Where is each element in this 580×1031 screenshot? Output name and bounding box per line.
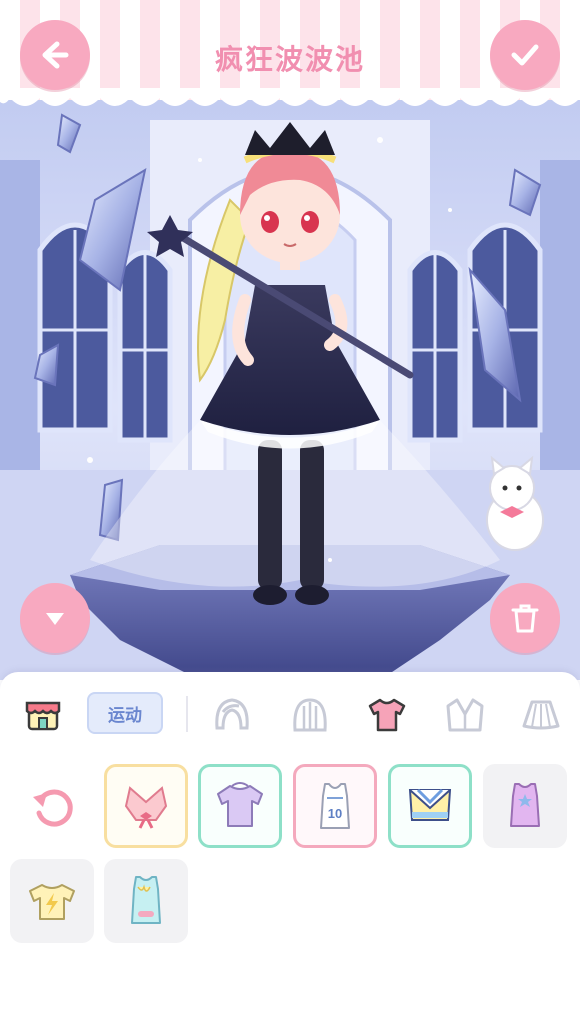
jersey-number: 10 [328, 806, 342, 821]
tab-skirt[interactable] [516, 692, 566, 738]
confirm-button[interactable] [490, 20, 560, 90]
item-cheer-top[interactable] [388, 764, 472, 848]
item-mint-drip-tank[interactable] [104, 859, 188, 943]
reset-icon [33, 789, 73, 827]
lavender-tshirt-thumb [217, 782, 263, 827]
category-divider [186, 696, 188, 732]
scallop-edge [0, 88, 580, 106]
shop-button[interactable] [18, 692, 68, 738]
item-yellow-lightning-tee[interactable] [10, 859, 94, 943]
wardrobe-panel: 运动 10 [0, 672, 580, 1031]
jersey-thumb: 10 [320, 783, 350, 829]
star-tank-thumb [510, 783, 540, 827]
bow-top-thumb [124, 786, 168, 829]
item-pink-bow-top[interactable] [104, 764, 188, 848]
tab-hair-front[interactable] [207, 692, 257, 738]
drip-tank-thumb [131, 876, 161, 924]
kitten [486, 455, 544, 551]
shop-icon [25, 701, 61, 731]
category-bar: 运动 [0, 692, 580, 742]
hair-front-icon [215, 698, 249, 730]
delete-button[interactable] [490, 583, 560, 653]
reset-button[interactable] [28, 782, 78, 832]
lightning-tee-thumb [29, 884, 75, 920]
skirt-icon [522, 700, 560, 730]
tab-hair-back[interactable] [285, 692, 335, 738]
collapse-button[interactable] [20, 583, 90, 653]
tshirt-icon [368, 698, 406, 732]
hair-back-icon [293, 698, 327, 732]
arrow-left-icon [42, 41, 69, 69]
item-purple-star-tank[interactable] [483, 764, 567, 848]
item-lavender-tshirt[interactable] [198, 764, 282, 848]
item-basketball-jersey[interactable]: 10 [293, 764, 377, 848]
cheer-top-thumb [408, 788, 452, 821]
tab-jacket[interactable] [440, 692, 490, 738]
trash-icon [511, 604, 539, 633]
check-icon [511, 44, 539, 66]
jacket-icon [446, 698, 484, 732]
sport-tag[interactable]: 运动 [87, 692, 163, 734]
chevron-down-icon [46, 613, 64, 625]
back-button[interactable] [20, 20, 90, 90]
tab-top[interactable] [362, 692, 412, 738]
